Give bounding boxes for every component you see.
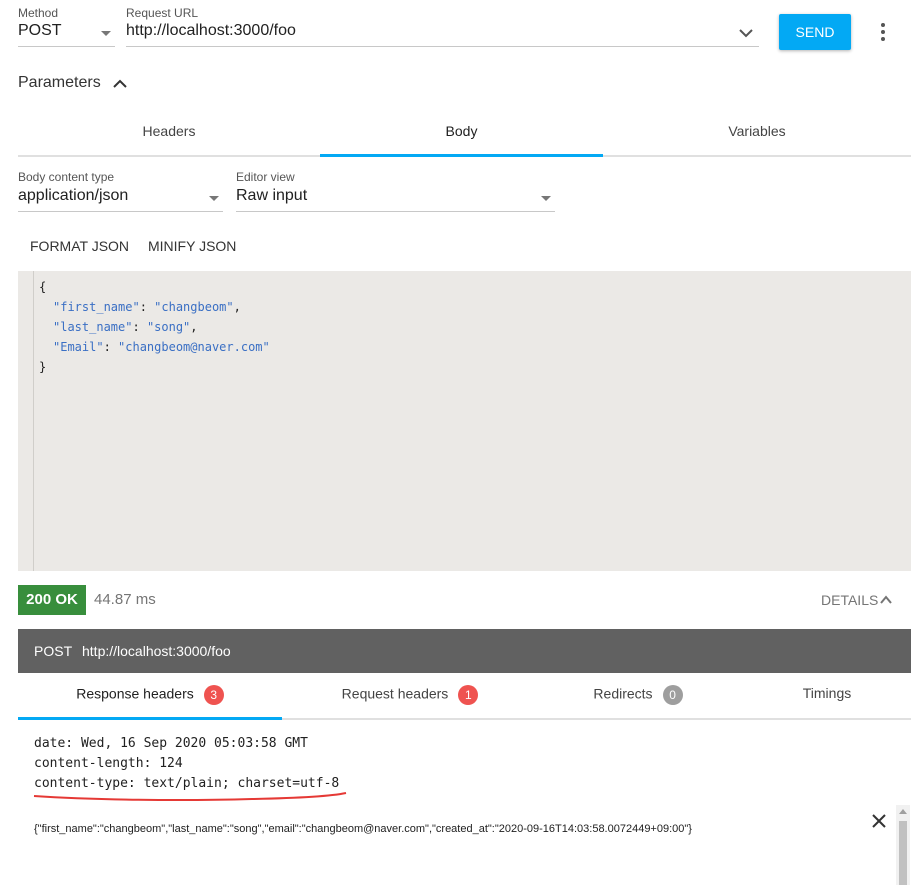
summary-method: POST	[34, 643, 73, 659]
header-line: date: Wed, 16 Sep 2020 05:03:58 GMT	[34, 736, 308, 751]
tab-response-headers[interactable]: Response headers 3	[18, 685, 282, 705]
more-vert-icon[interactable]	[878, 22, 888, 42]
code-line: }	[39, 360, 47, 374]
annotation-underline	[33, 792, 347, 801]
url-value: http://localhost:3000/foo	[126, 22, 296, 39]
response-time: 44.87 ms	[94, 591, 156, 608]
scrollbar-thumb[interactable]	[899, 821, 907, 885]
code-line: "Email": "changbeom@naver.com"	[53, 340, 270, 354]
editor-content: { "first_name": "changbeom", "last_name"…	[39, 277, 270, 377]
content-type-value: application/json	[18, 187, 129, 204]
response-headers-list: date: Wed, 16 Sep 2020 05:03:58 GMT cont…	[34, 734, 339, 794]
status-badge: 200 OK	[18, 585, 86, 615]
scrollbar-track[interactable]	[896, 805, 910, 885]
url-label: Request URL	[126, 6, 199, 20]
code-line: "last_name": "song",	[53, 320, 198, 334]
response-tab-indicator	[18, 717, 282, 720]
details-label: DETAILS	[821, 592, 879, 608]
code-line: "first_name": "changbeom",	[53, 300, 241, 314]
tab-label: Request headers	[341, 685, 449, 702]
parameters-title: Parameters	[18, 74, 101, 91]
minify-json-button[interactable]: MINIFY JSON	[148, 238, 236, 254]
tab-request-headers[interactable]: Request headers 1	[282, 685, 538, 705]
close-icon[interactable]	[871, 813, 887, 829]
code-line: {	[39, 280, 47, 294]
tab-active-indicator	[320, 154, 603, 157]
count-badge: 3	[203, 685, 224, 705]
details-toggle[interactable]: DETAILS	[821, 592, 878, 608]
summary-url: http://localhost:3000/foo	[82, 643, 231, 659]
editor-view-value: Raw input	[236, 187, 308, 204]
editor-view-label: Editor view	[236, 170, 295, 184]
tab-redirects[interactable]: Redirects 0	[538, 685, 738, 705]
format-json-button[interactable]: FORMAT JSON	[30, 238, 129, 254]
chevron-down-icon	[541, 196, 551, 201]
scroll-up-icon[interactable]	[899, 809, 907, 814]
tab-label: Response headers	[76, 685, 194, 702]
count-badge: 1	[458, 685, 479, 705]
tab-body[interactable]: Body	[320, 123, 603, 139]
header-line: content-length: 124	[34, 756, 183, 771]
method-label: Method	[18, 6, 59, 20]
parameters-toggle[interactable]: Parameters	[18, 74, 101, 92]
method-select[interactable]: POST	[18, 22, 115, 47]
chevron-up-icon[interactable]	[880, 595, 892, 604]
chevron-down-icon	[101, 31, 111, 36]
chevron-down-icon[interactable]	[739, 28, 753, 38]
content-type-select[interactable]: application/json	[18, 187, 223, 212]
editor-gutter-line	[33, 271, 34, 571]
tab-label: Redirects	[593, 685, 653, 702]
editor-view-select[interactable]: Raw input	[236, 187, 555, 212]
url-input[interactable]: http://localhost:3000/foo	[126, 22, 759, 47]
chevron-down-icon	[209, 196, 219, 201]
body-editor[interactable]: { "first_name": "changbeom", "last_name"…	[18, 271, 911, 571]
tab-timings[interactable]: Timings	[738, 685, 913, 701]
content-type-label: Body content type	[18, 170, 115, 184]
tab-headers[interactable]: Headers	[18, 123, 320, 139]
tab-variables[interactable]: Variables	[603, 123, 911, 139]
count-badge: 0	[662, 685, 683, 705]
method-value: POST	[18, 22, 62, 39]
request-summary-bar: POST http://localhost:3000/foo	[18, 629, 911, 673]
tab-label: Timings	[802, 685, 852, 701]
chevron-up-icon[interactable]	[113, 79, 127, 89]
response-body: {"first_name":"changbeom","last_name":"s…	[34, 823, 692, 835]
send-button[interactable]: SEND	[779, 14, 851, 50]
